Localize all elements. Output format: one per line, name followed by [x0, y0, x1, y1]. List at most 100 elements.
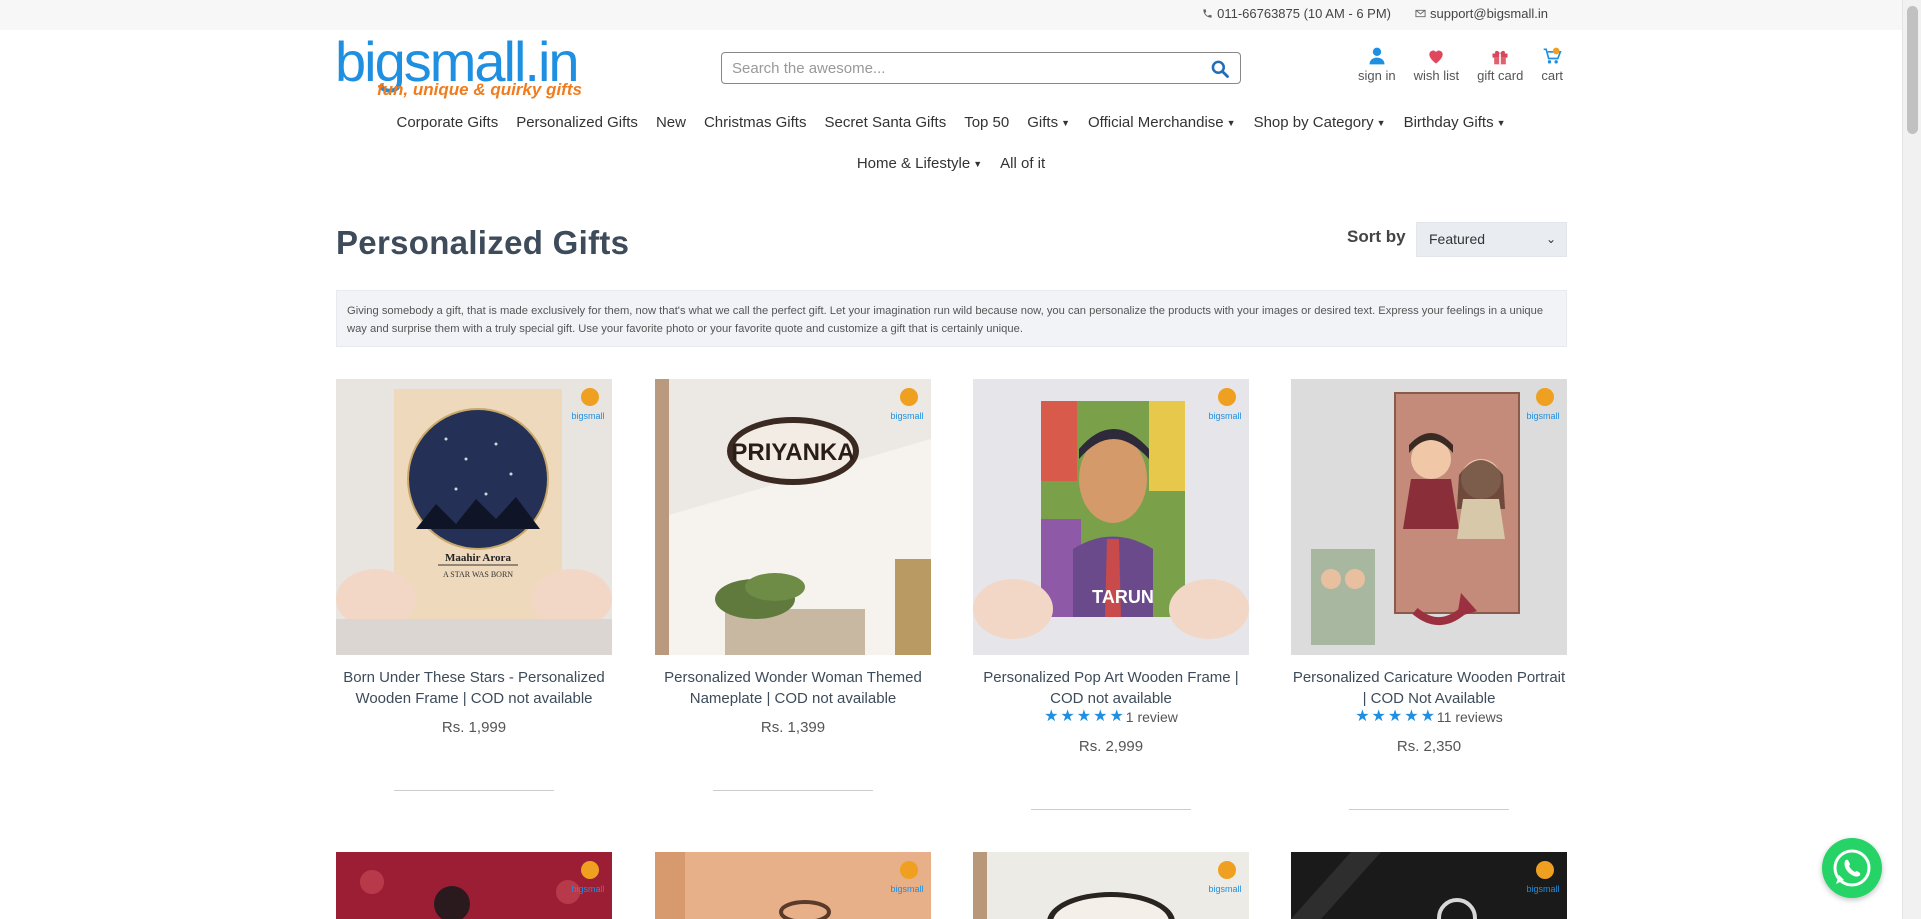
gift-card-link[interactable]: gift card: [1477, 46, 1523, 83]
nav-official-merchandise[interactable]: Official Merchandise ▼: [1088, 114, 1236, 131]
search-input[interactable]: [732, 58, 1192, 78]
phone-contact[interactable]: 011-66763875 (10 AM - 6 PM): [1202, 6, 1391, 21]
nav-home-lifestyle[interactable]: Home & Lifestyle ▼: [857, 155, 982, 172]
svg-text:bigsmall: bigsmall: [1208, 411, 1241, 421]
product-rating[interactable]: ★ ★ ★ ★ ★ 11 reviews: [1291, 708, 1567, 726]
user-icon: [1369, 47, 1385, 65]
product-image[interactable]: bigsmall: [655, 852, 931, 919]
cart-label: cart: [1541, 68, 1564, 83]
nav-label: Home & Lifestyle: [856, 155, 971, 172]
star-icon: ★: [1355, 708, 1370, 725]
product-image[interactable]: PRIYANKA bigsmall: [655, 379, 931, 655]
nav-label: Official Merchandise: [1088, 114, 1224, 131]
cart-icon: [1543, 47, 1562, 64]
page-scrollbar[interactable]: [1902, 0, 1921, 919]
nav-christmas-gifts[interactable]: Christmas Gifts: [704, 114, 807, 131]
svg-text:bigsmall: bigsmall: [1208, 884, 1241, 894]
svg-text:bigsmall: bigsmall: [890, 411, 923, 421]
sign-in-label: sign in: [1358, 68, 1396, 83]
search-box: [721, 52, 1241, 84]
nav-corporate-gifts[interactable]: Corporate Gifts: [396, 114, 498, 131]
sort-select[interactable]: Featured ⌄: [1416, 222, 1567, 257]
review-count: 11 reviews: [1436, 709, 1503, 725]
product-card[interactable]: Maahir Arora A STAR WAS BORN bigsmall Bo…: [336, 379, 612, 799]
nav-new[interactable]: New: [656, 114, 686, 131]
brand-badge-icon: bigsmall: [890, 388, 924, 421]
product-card[interactable]: TARUN bigsmall Personalized Pop Art Wood…: [973, 379, 1249, 819]
image-caption-name: PRIYANKA: [731, 439, 854, 466]
image-caption-name: Maahir Arora: [445, 552, 511, 564]
product-card[interactable]: bigsmall Personalized Caricature Wooden …: [1291, 379, 1567, 819]
svg-text:bigsmall: bigsmall: [1526, 884, 1559, 894]
product-rating[interactable]: ★ ★ ★ ★ ★ 1 review: [973, 708, 1249, 726]
brand-badge-icon: bigsmall: [1526, 388, 1560, 421]
nav-top-50[interactable]: Top 50: [964, 114, 1009, 131]
product-card[interactable]: bigsmall: [1291, 852, 1567, 919]
scrollbar-thumb[interactable]: [1907, 6, 1918, 134]
brand-badge-icon: bigsmall: [571, 388, 605, 421]
star-icon: ★: [1420, 708, 1435, 725]
caret-down-icon: ▼: [973, 158, 983, 169]
product-title[interactable]: Personalized Pop Art Wooden Frame | COD …: [973, 667, 1249, 709]
nav-label: Shop by Category: [1253, 114, 1374, 131]
product-image[interactable]: Maahir Arora A STAR WAS BORN bigsmall: [336, 379, 612, 655]
product-image[interactable]: bigsmall: [1291, 852, 1567, 919]
phone-text: 011-66763875 (10 AM - 6 PM): [1217, 6, 1392, 21]
nav-label: All of it: [1000, 155, 1046, 172]
sign-in-link[interactable]: sign in: [1358, 46, 1396, 83]
top-bar: 011-66763875 (10 AM - 6 PM) support@bigs…: [0, 0, 1902, 30]
nav-label: Birthday Gifts: [1403, 114, 1494, 131]
product-card[interactable]: bigsmall: [973, 852, 1249, 919]
cart-link[interactable]: cart: [1541, 46, 1563, 83]
divider: [1349, 809, 1509, 810]
nav-personalized-gifts[interactable]: Personalized Gifts: [516, 114, 638, 131]
gift-icon: [1492, 50, 1508, 65]
product-price: Rs. 1,399: [760, 719, 826, 736]
caret-down-icon: ▼: [1496, 117, 1506, 128]
nav-secret-santa-gifts[interactable]: Secret Santa Gifts: [824, 114, 946, 131]
svg-text:bigsmall: bigsmall: [571, 884, 604, 894]
logo-tagline: fun, unique & quirky gifts: [377, 80, 582, 99]
star-icon: ★: [1044, 708, 1059, 725]
product-title[interactable]: Born Under These Stars - Personalized Wo…: [336, 667, 612, 709]
product-image[interactable]: TARUN bigsmall: [973, 379, 1249, 655]
wish-list-link[interactable]: wish list: [1413, 46, 1460, 83]
gift-card-label: gift card: [1477, 68, 1524, 83]
product-title[interactable]: Personalized Wonder Woman Themed Namepla…: [655, 667, 931, 709]
review-count: 1 review: [1125, 709, 1178, 725]
search-icon[interactable]: [1210, 59, 1230, 79]
brand-badge-icon: bigsmall: [890, 861, 924, 894]
whatsapp-chat-button[interactable]: [1822, 838, 1882, 898]
product-card[interactable]: bigsmall: [336, 852, 612, 919]
site-logo[interactable]: bigsmall.in fun, unique & quirky gifts: [335, 34, 595, 102]
product-image[interactable]: bigsmall: [973, 852, 1249, 919]
email-contact[interactable]: support@bigsmall.in: [1415, 6, 1548, 21]
nav-label: Top 50: [964, 114, 1010, 131]
product-price: Rs. 2,350: [1396, 738, 1462, 755]
product-image[interactable]: bigsmall: [336, 852, 612, 919]
star-icon: ★: [1093, 708, 1108, 725]
star-icon: ★: [1076, 708, 1092, 725]
product-image[interactable]: bigsmall: [1291, 379, 1567, 655]
nav-label: Personalized Gifts: [516, 114, 638, 131]
wish-list-label: wish list: [1413, 68, 1460, 83]
nav-label: Corporate Gifts: [396, 114, 499, 131]
chevron-down-icon: ⌄: [1545, 232, 1556, 246]
divider: [394, 790, 554, 791]
sort-label: Sort by: [1347, 227, 1406, 246]
brand-badge-icon: bigsmall: [1526, 861, 1560, 894]
main-nav-row2: Home & Lifestyle ▼ All of it: [0, 155, 1902, 172]
nav-gifts[interactable]: Gifts ▼: [1027, 114, 1070, 131]
nav-birthday-gifts[interactable]: Birthday Gifts ▼: [1404, 114, 1506, 131]
product-title[interactable]: Personalized Caricature Wooden Portrait …: [1291, 667, 1567, 709]
product-card[interactable]: bigsmall: [655, 852, 931, 919]
product-card[interactable]: PRIYANKA bigsmall Personalized Wonder Wo…: [655, 379, 931, 799]
image-caption-name: TARUN: [1092, 587, 1154, 607]
image-caption-subtitle: A STAR WAS BORN: [443, 570, 513, 579]
collection-description: Giving somebody a gift, that is made exc…: [336, 290, 1567, 347]
whatsapp-icon: [1833, 849, 1871, 887]
nav-shop-by-category[interactable]: Shop by Category ▼: [1254, 114, 1386, 131]
star-icon: ★: [1060, 708, 1075, 725]
nav-all-of-it[interactable]: All of it: [1000, 155, 1045, 172]
brand-badge-icon: bigsmall: [1208, 861, 1242, 894]
